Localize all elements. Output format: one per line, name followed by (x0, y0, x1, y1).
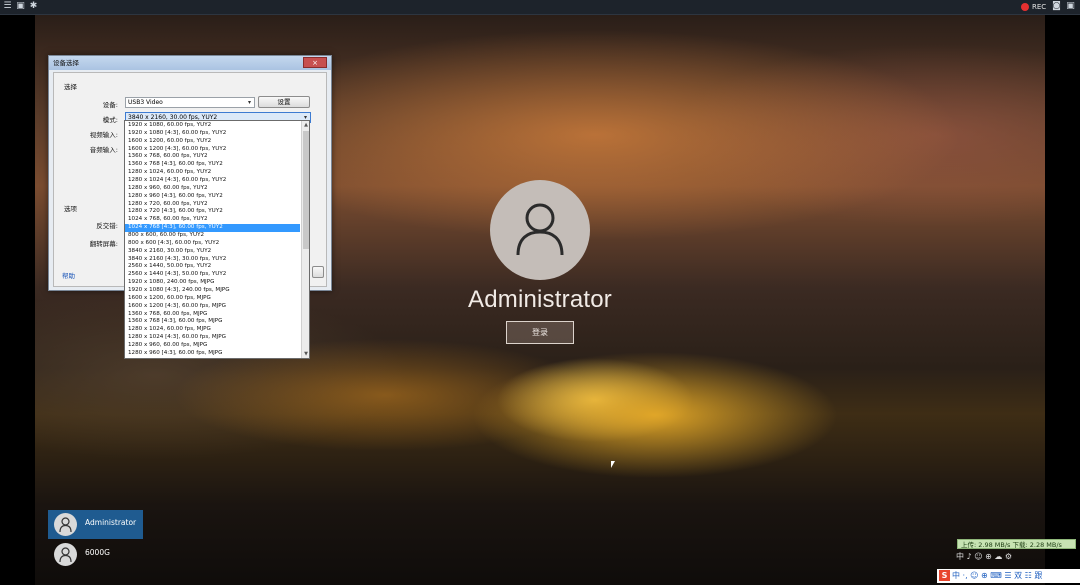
deinterlace-label: 反交错: (96, 222, 118, 230)
mode-list-item[interactable]: 1024 x 768, 60.00 fps, YUY2 (125, 216, 300, 224)
mode-list-item[interactable]: 1920 x 1080, 60.00 fps, YUY2 (125, 122, 300, 130)
help-link[interactable]: 帮助 (62, 270, 75, 280)
close-button[interactable]: × (303, 57, 327, 68)
dialog-title: 设备选择 (49, 56, 331, 70)
system-tray: 中 ♪ ☺ ⊕ ☁ ⚙ (936, 550, 1080, 562)
mode-list-item[interactable]: 1280 x 1024, 60.00 fps, YUY2 (125, 169, 300, 177)
video-input-label: 视频输入: (89, 131, 118, 139)
sogou-ime-icon[interactable]: S (939, 570, 950, 581)
group-options-label: 选项 (64, 205, 77, 213)
mode-list-item[interactable]: 1280 x 1024 [4:3], 60.00 fps, MJPG (125, 334, 300, 342)
ime-toolbar[interactable]: S中 ·, ☺ ⊕ ⌨ ☰ 双 ☷ 跟 (937, 569, 1080, 583)
user-tile-name: 6000G (85, 548, 110, 557)
tray-icons[interactable]: 中 ♪ ☺ ⊕ ☁ ⚙ (956, 551, 1012, 562)
network-speed-meter: 上传: 2.98 MB/s 下载: 2.28 MB/s (957, 539, 1076, 549)
ime-status[interactable]: 中 ·, ☺ ⊕ ⌨ ☰ 双 ☷ 跟 (952, 571, 1042, 580)
device-label: 设备: (102, 101, 118, 109)
capture-toolbar: ☰ ▣ ✱ REC ◙ ▣ (0, 0, 1080, 15)
camera-icon[interactable]: ◙ (1052, 2, 1061, 11)
user-tile-administrator[interactable]: Administrator (48, 510, 143, 539)
mode-list-item[interactable]: 2560 x 1440 [4:3], 50.00 fps, YUY2 (125, 271, 300, 279)
mode-list-item[interactable]: 1600 x 1200, 60.00 fps, YUY2 (125, 138, 300, 146)
scroll-down-icon[interactable]: ▼ (302, 350, 309, 358)
mode-list-item[interactable]: 1280 x 1024, 60.00 fps, MJPG (125, 326, 300, 334)
mode-list-item[interactable]: 2560 x 1440, 50.00 fps, YUY2 (125, 263, 300, 271)
device-select[interactable]: USB3 Video ▾ (125, 97, 255, 108)
audio-input-label: 音频输入: (89, 146, 118, 154)
user-avatar (490, 180, 590, 280)
mode-list-items: 1920 x 1080, 60.00 fps, YUY2 1920 x 1080 … (125, 122, 300, 358)
flip-screen-label: 翻转屏幕: (89, 240, 118, 248)
settings-icon[interactable]: ✱ (29, 2, 38, 11)
mode-list-item[interactable]: 1600 x 1200 [4:3], 60.00 fps, YUY2 (125, 146, 300, 154)
scroll-up-icon[interactable]: ▲ (302, 121, 309, 129)
window-icon[interactable]: ▣ (16, 2, 25, 11)
mode-list-item[interactable]: 1360 x 768 [4:3], 60.00 fps, YUY2 (125, 161, 300, 169)
mode-list-item[interactable]: 1600 x 1200, 60.00 fps, MJPG (125, 295, 300, 303)
user-tile-6000g[interactable]: 6000G (48, 540, 143, 569)
mode-list-item[interactable]: 1360 x 768, 60.00 fps, YUY2 (125, 153, 300, 161)
mode-list-item[interactable]: 1280 x 720 [4:3], 60.00 fps, YUY2 (125, 208, 300, 216)
mode-list-item[interactable]: 1280 x 720, 60.00 fps, YUY2 (125, 201, 300, 209)
mode-list-item[interactable]: 800 x 600, 60.00 fps, YUY2 (125, 232, 300, 240)
mode-dropdown-list[interactable]: 1920 x 1080, 60.00 fps, YUY2 1920 x 1080 … (124, 120, 310, 359)
user-icon (516, 203, 564, 256)
mode-list-item[interactable]: 800 x 600 [4:3], 60.00 fps, YUY2 (125, 240, 300, 248)
mode-list-item[interactable]: 1920 x 1080, 240.00 fps, MJPG (125, 279, 300, 287)
mode-label: 模式: (102, 116, 118, 124)
dialog-button-partial[interactable] (312, 266, 324, 278)
mode-list-item[interactable]: 1360 x 768 [4:3], 60.00 fps, MJPG (125, 318, 300, 326)
user-tile-name: Administrator (85, 518, 137, 527)
device-select-value: USB3 Video (128, 99, 163, 106)
mode-list-item[interactable]: 1280 x 960, 60.00 fps, MJPG (125, 342, 300, 350)
user-icon (59, 547, 72, 562)
mouse-cursor-icon (611, 461, 615, 468)
user-avatar (54, 543, 77, 566)
mode-list-item[interactable]: 1920 x 1080 [4:3], 240.00 fps, MJPG (125, 287, 300, 295)
mode-list-item[interactable]: 1280 x 960 [4:3], 60.00 fps, MJPG (125, 350, 300, 358)
window-icon[interactable]: ▣ (1066, 2, 1075, 11)
scrollbar-thumb[interactable] (303, 131, 309, 249)
mode-list-item[interactable]: 1280 x 960 [4:3], 60.00 fps, YUY2 (125, 193, 300, 201)
user-icon (59, 517, 72, 532)
record-indicator-icon[interactable] (1021, 3, 1029, 11)
dropdown-scrollbar[interactable]: ▲ ▼ (301, 121, 309, 358)
chevron-down-icon: ▾ (247, 99, 251, 106)
group-select-label: 选择 (64, 83, 77, 91)
mode-list-item[interactable]: 1360 x 768, 60.00 fps, MJPG (125, 311, 300, 319)
user-avatar (54, 513, 77, 536)
settings-button[interactable]: 设置 (258, 96, 310, 108)
login-button[interactable]: 登录 (506, 321, 574, 344)
mode-list-item[interactable]: 3840 x 2160 [4:3], 30.00 fps, YUY2 (125, 256, 300, 264)
mode-list-item[interactable]: 3840 x 2160, 30.00 fps, YUY2 (125, 248, 300, 256)
mode-list-item[interactable]: 1280 x 960, 60.00 fps, YUY2 (125, 185, 300, 193)
mode-list-item[interactable]: 1920 x 1080 [4:3], 60.00 fps, YUY2 (125, 130, 300, 138)
menu-icon[interactable]: ☰ (3, 2, 12, 11)
rec-label[interactable]: REC (1032, 2, 1046, 12)
mode-list-item[interactable]: 1024 x 768 [4:3], 60.00 fps, YUY2 (125, 224, 300, 233)
mode-list-item[interactable]: 1600 x 1200 [4:3], 60.00 fps, MJPG (125, 303, 300, 311)
mode-list-item[interactable]: 1280 x 1024 [4:3], 60.00 fps, YUY2 (125, 177, 300, 185)
lockscreen-username: Administrator (468, 286, 612, 313)
